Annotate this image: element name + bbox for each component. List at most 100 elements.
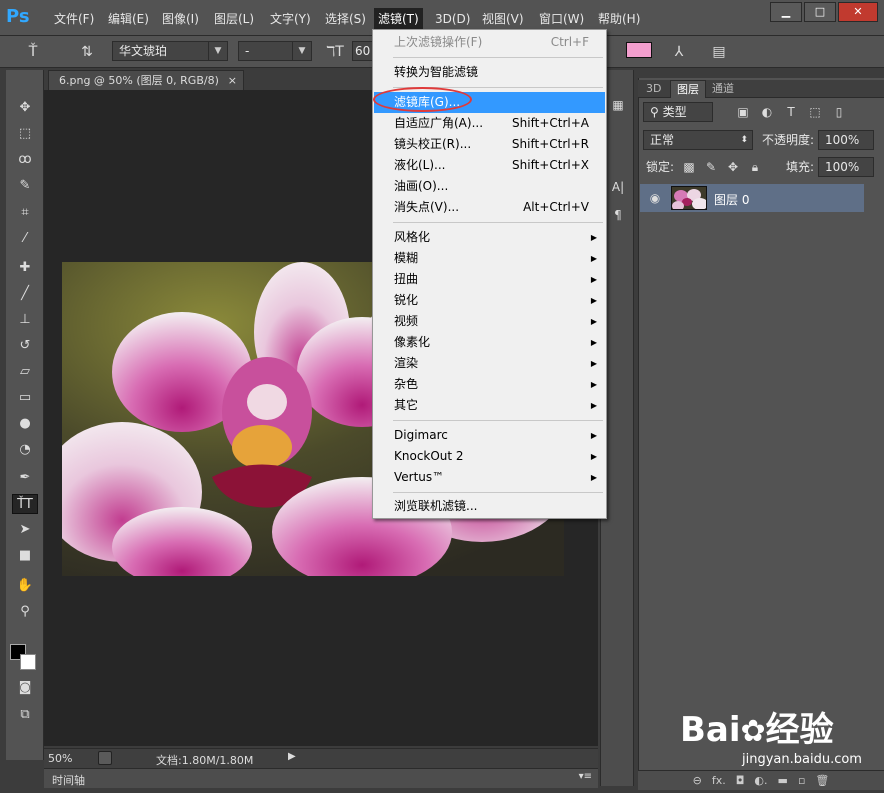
menu-filter[interactable]: 滤镜(T) [374, 8, 423, 30]
font-style-select[interactable]: - ▼ [238, 41, 312, 61]
layer-style-icon[interactable]: fx. [712, 771, 726, 790]
menu-type[interactable]: 文字(Y) [266, 10, 315, 28]
quick-mask-icon[interactable]: ◙ [14, 678, 36, 698]
menu-item-stylize[interactable]: 风格化 ▶ [374, 227, 605, 248]
new-group-icon[interactable]: ▬ [778, 771, 788, 790]
clone-stamp-tool-icon[interactable]: ⊥ [14, 310, 36, 330]
document-tab[interactable]: 6.png @ 50% (图层 0, RGB/8) × [48, 70, 244, 90]
history-brush-tool-icon[interactable]: ↺ [14, 336, 36, 356]
lasso-tool-icon[interactable]: ꝏ [14, 150, 36, 170]
timeline-tab-label[interactable]: 时间轴 [52, 772, 85, 788]
character-panel-icon[interactable]: ▤ [708, 42, 730, 62]
move-tool-icon[interactable]: ✥ [14, 98, 36, 118]
font-size-field[interactable]: 60 [352, 41, 374, 61]
tab-3d[interactable]: 3D [640, 80, 667, 98]
adjustment-layer-icon[interactable]: ◐. [754, 771, 767, 790]
zoom-level[interactable]: 50% [48, 752, 72, 765]
blur-tool-icon[interactable]: ● [14, 414, 36, 434]
eraser-tool-icon[interactable]: ▱ [14, 362, 36, 382]
menu-help[interactable]: 帮助(H) [594, 10, 644, 28]
type-tool-icon[interactable]: ŤT [12, 494, 38, 514]
eyedropper-tool-icon[interactable]: ⁄ [14, 229, 36, 249]
warp-text-icon[interactable]: ⅄ [668, 42, 690, 62]
menu-layer[interactable]: 图层(L) [210, 10, 258, 28]
lock-image-icon[interactable]: ✎ [702, 158, 720, 176]
menu-item-vanishing-point[interactable]: 消失点(V)... Alt+Ctrl+V [374, 197, 605, 218]
filter-smart-object-icon[interactable]: ▯ [830, 103, 848, 121]
marquee-tool-icon[interactable]: ⬚ [14, 124, 36, 144]
type-tool-preset-icon[interactable]: Ť [22, 42, 44, 62]
menu-edit[interactable]: 编辑(E) [104, 10, 153, 28]
path-selection-tool-icon[interactable]: ➤ [14, 520, 36, 540]
new-layer-icon[interactable]: ▫ [798, 771, 805, 790]
hand-tool-icon[interactable]: ✋ [14, 576, 36, 596]
filter-shape-icon[interactable]: ⬚ [806, 103, 824, 121]
layer-kind-filter[interactable]: ⚲ 类型 [643, 102, 713, 122]
menu-item-convert-smart-filters[interactable]: 转换为智能滤镜 [374, 62, 605, 83]
menu-view[interactable]: 视图(V) [478, 10, 528, 28]
font-family-select[interactable]: 华文琥珀 ▼ [112, 41, 228, 61]
close-tab-icon[interactable]: × [228, 71, 237, 91]
link-layers-icon[interactable]: ⊖ [693, 771, 702, 790]
menu-item-sharpen[interactable]: 锐化 ▶ [374, 290, 605, 311]
zoom-tool-icon[interactable]: ⚲ [14, 602, 36, 622]
status-menu-arrow-icon[interactable]: ▶ [288, 751, 300, 765]
menu-item-browse-filters-online[interactable]: 浏览联机滤镜... [374, 496, 605, 517]
menu-file[interactable]: 文件(F) [50, 10, 98, 28]
add-mask-icon[interactable]: ◘ [736, 771, 745, 790]
tab-layers[interactable]: 图层 [670, 80, 706, 98]
pen-tool-icon[interactable]: ✒ [14, 468, 36, 488]
crop-tool-icon[interactable]: ⌗ [14, 203, 36, 223]
menu-item-pixelate[interactable]: 像素化 ▶ [374, 332, 605, 353]
background-color-swatch[interactable] [20, 654, 36, 670]
brush-tool-icon[interactable]: ╱ [14, 284, 36, 304]
menu-item-liquify[interactable]: 液化(L)... Shift+Ctrl+X [374, 155, 605, 176]
menu-item-label: 渲染 [394, 356, 419, 370]
panel-menu-icon[interactable]: ▾≡ [579, 771, 592, 782]
menu-item-digimarc[interactable]: Digimarc ▶ [374, 425, 605, 446]
menu-item-render[interactable]: 渲染 ▶ [374, 353, 605, 374]
swatches-panel-icon[interactable]: ▦ [609, 96, 627, 114]
gradient-tool-icon[interactable]: ▭ [14, 388, 36, 408]
delete-layer-icon[interactable]: 🗑︎ [815, 771, 829, 790]
menu-item-lens-correction[interactable]: 镜头校正(R)... Shift+Ctrl+R [374, 134, 605, 155]
menu-window[interactable]: 窗口(W) [535, 10, 588, 28]
lock-position-icon[interactable]: ✥ [724, 158, 742, 176]
text-orientation-icon[interactable]: ⇅ [76, 42, 98, 62]
fill-field[interactable]: 100% [818, 157, 874, 177]
paragraph-panel-icon[interactable]: ¶ [609, 206, 627, 224]
text-color-swatch[interactable] [626, 42, 652, 58]
eye-icon[interactable]: ◉ [646, 189, 664, 207]
menu-select[interactable]: 选择(S) [321, 10, 370, 28]
status-info-icon[interactable] [98, 751, 112, 765]
maximize-icon[interactable]: □ [804, 2, 836, 22]
menu-image[interactable]: 图像(I) [158, 10, 203, 28]
menu-item-video[interactable]: 视频 ▶ [374, 311, 605, 332]
blend-mode-select[interactable]: 正常 ⬍ [643, 130, 753, 150]
menu-item-adaptive-wide-angle[interactable]: 自适应广角(A)... Shift+Ctrl+A [374, 113, 605, 134]
healing-brush-tool-icon[interactable]: ✚ [14, 258, 36, 278]
dodge-tool-icon[interactable]: ◔ [14, 440, 36, 460]
character-panel-icon[interactable]: A| [609, 178, 627, 196]
menu-3d[interactable]: 3D(D) [431, 10, 474, 28]
lock-transparent-icon[interactable]: ▩ [680, 158, 698, 176]
screen-mode-icon[interactable]: ⧉ [14, 705, 36, 725]
close-icon[interactable]: ✕ [838, 2, 878, 22]
filter-adjustment-icon[interactable]: ◐ [758, 103, 776, 121]
menu-item-distort[interactable]: 扭曲 ▶ [374, 269, 605, 290]
lock-all-icon[interactable]: 🔒︎ [746, 158, 764, 176]
menu-item-other[interactable]: 其它 ▶ [374, 395, 605, 416]
layer-name[interactable]: 图层 0 [714, 191, 749, 208]
filter-type-icon[interactable]: T [782, 103, 800, 121]
minimize-icon[interactable]: ▁ [770, 2, 802, 22]
menu-item-knockout[interactable]: KnockOut 2 ▶ [374, 446, 605, 467]
menu-item-vertus[interactable]: Vertus™ ▶ [374, 467, 605, 488]
menu-item-oil-paint[interactable]: 油画(O)... [374, 176, 605, 197]
menu-item-blur[interactable]: 模糊 ▶ [374, 248, 605, 269]
quick-select-tool-icon[interactable]: ✎ [14, 176, 36, 196]
filter-pixel-icon[interactable]: ▣ [734, 103, 752, 121]
tab-channels[interactable]: 通道 [706, 80, 740, 98]
menu-item-noise[interactable]: 杂色 ▶ [374, 374, 605, 395]
rectangle-tool-icon[interactable]: ■ [14, 546, 36, 566]
opacity-field[interactable]: 100% [818, 130, 874, 150]
